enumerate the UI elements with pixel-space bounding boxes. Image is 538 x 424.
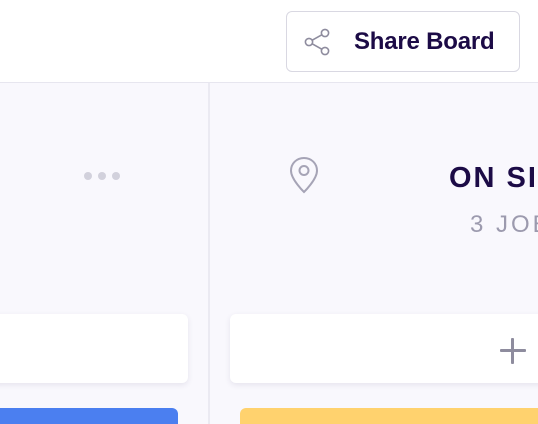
board-page: Share Board ON SI 3 JOB xyxy=(0,0,538,424)
plus-icon xyxy=(500,338,526,364)
job-card-blue[interactable] xyxy=(0,408,178,424)
dot xyxy=(112,172,120,180)
job-card-yellow[interactable] xyxy=(240,408,538,424)
top-bar: Share Board xyxy=(0,0,538,83)
share-icon xyxy=(304,28,330,56)
column-job-count: 3 JOB xyxy=(470,211,538,238)
share-board-label: Share Board xyxy=(354,28,495,55)
add-job-card-left[interactable] xyxy=(0,314,188,383)
share-board-button[interactable]: Share Board xyxy=(286,11,520,72)
column-title: ON SI xyxy=(449,162,538,194)
map-pin-icon xyxy=(289,156,319,194)
column-divider xyxy=(208,83,210,424)
dot xyxy=(84,172,92,180)
add-job-card-right[interactable] xyxy=(230,314,538,383)
dot xyxy=(98,172,106,180)
more-horizontal-icon[interactable] xyxy=(84,170,120,182)
